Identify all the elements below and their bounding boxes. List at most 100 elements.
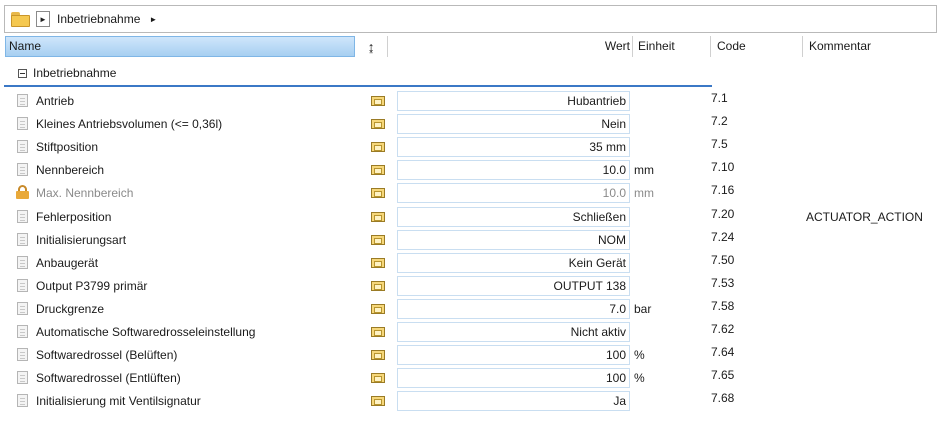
breadcrumb-item-inbetriebnahme[interactable]: Inbetriebnahme <box>57 12 140 26</box>
row-comment: ACTUATOR_ACTION <box>806 210 923 224</box>
row-label: Fehlerposition <box>36 210 112 224</box>
edit-icon[interactable] <box>371 304 385 314</box>
parameter-icon <box>17 371 28 384</box>
parameter-icon <box>17 94 28 107</box>
table-row[interactable]: Initialisierungsart NOM 7.24 <box>0 229 941 251</box>
row-code: 7.50 <box>711 253 735 267</box>
edit-icon[interactable] <box>371 373 385 383</box>
row-value-field[interactable]: 100 <box>397 368 630 388</box>
edit-icon[interactable] <box>371 96 385 106</box>
table-row[interactable]: Automatische Softwaredrosseleinstellung N… <box>0 321 941 343</box>
row-code: 7.58 <box>711 299 735 313</box>
edit-icon[interactable] <box>371 212 385 222</box>
column-header-kommentar[interactable]: Kommentar <box>803 36 937 57</box>
edit-icon[interactable] <box>371 258 385 268</box>
group-label: Inbetriebnahme <box>33 66 117 80</box>
collapse-icon[interactable] <box>18 68 27 78</box>
table-row[interactable]: Stiftposition 35 mm 7.5 <box>0 136 941 158</box>
parameter-icon <box>17 233 28 246</box>
row-label: Softwaredrossel (Entlüften) <box>36 371 181 385</box>
breadcrumb-bar: ► Inbetriebnahme ► <box>4 5 937 33</box>
row-label: Druckgrenze <box>36 302 105 316</box>
row-label: Initialisierung mit Ventilsignatur <box>36 394 201 408</box>
column-header-name[interactable]: Name <box>5 36 355 57</box>
edit-icon[interactable] <box>371 142 385 152</box>
parameter-icon <box>17 348 28 361</box>
row-value-field[interactable]: OUTPUT 138 <box>397 276 630 296</box>
row-value-field[interactable]: 100 <box>397 345 630 365</box>
row-code: 7.1 <box>711 91 728 105</box>
group-header[interactable]: Inbetriebnahme <box>18 66 116 80</box>
row-label: Softwaredrossel (Belüften) <box>36 348 178 362</box>
row-label: Anbaugerät <box>36 256 99 270</box>
row-value-field[interactable]: Hubantrieb <box>397 91 630 111</box>
parameter-icon <box>17 256 28 269</box>
table-row[interactable]: Max. Nennbereich 10.0 mm 7.16 <box>0 182 941 204</box>
row-code: 7.2 <box>711 114 728 128</box>
table-row[interactable]: Druckgrenze 7.0 bar 7.58 <box>0 298 941 320</box>
row-value-field[interactable]: Schließen <box>397 207 630 227</box>
column-header: Name ↨ Wert Einheit Code Kommentar <box>5 36 937 57</box>
table-row[interactable]: Initialisierung mit Ventilsignatur Ja 7.68 <box>0 390 941 412</box>
table-row[interactable]: Nennbereich 10.0 mm 7.10 <box>0 159 941 181</box>
row-value-field[interactable]: Ja <box>397 391 630 411</box>
parameter-icon <box>17 279 28 292</box>
row-label: Antrieb <box>36 94 75 108</box>
table-row[interactable]: Output P3799 primär OUTPUT 138 7.53 <box>0 275 941 297</box>
row-value-field[interactable]: 10.0 <box>397 160 630 180</box>
row-label: Kleines Antriebsvolumen (<= 0,36l) <box>36 117 223 131</box>
row-value-field[interactable]: Kein Gerät <box>397 253 630 273</box>
row-value-field[interactable]: NOM <box>397 230 630 250</box>
column-header-code[interactable]: Code <box>711 36 803 57</box>
row-code: 7.53 <box>711 276 735 290</box>
parameter-icon <box>17 325 28 338</box>
row-unit: % <box>634 371 645 385</box>
parameter-icon <box>17 140 28 153</box>
row-code: 7.5 <box>711 137 728 151</box>
row-label: Automatische Softwaredrosseleinstellung <box>36 325 256 339</box>
row-unit: bar <box>634 302 652 316</box>
table-row[interactable]: Softwaredrossel (Belüften) 100% 7.64 <box>0 344 941 366</box>
table-row[interactable]: Fehlerposition Schließen 7.20 ACTUATOR_ACTI… <box>0 206 941 228</box>
parameter-icon <box>17 210 28 223</box>
column-header-wert[interactable]: Wert <box>388 36 633 57</box>
table-row[interactable]: Anbaugerät Kein Gerät 7.50 <box>0 252 941 274</box>
folder-icon[interactable] <box>11 11 30 27</box>
edit-icon[interactable] <box>371 188 385 198</box>
breadcrumb-nav-arrow-icon[interactable]: ► <box>36 11 50 27</box>
edit-icon[interactable] <box>371 350 385 360</box>
row-value-field[interactable]: 7.0 <box>397 299 630 319</box>
row-label: Stiftposition <box>36 140 99 154</box>
parameter-icon <box>17 302 28 315</box>
parameter-icon <box>17 117 28 130</box>
table-row[interactable]: Antrieb Hubantrieb 7.1 <box>0 90 941 112</box>
row-unit: mm <box>634 163 654 177</box>
row-value-field[interactable]: Nein <box>397 114 630 134</box>
breadcrumb-separator-icon[interactable]: ► <box>149 15 157 24</box>
column-header-einheit[interactable]: Einheit <box>633 36 711 57</box>
row-value-field[interactable]: Nicht aktiv <box>397 322 630 342</box>
edit-icon[interactable] <box>371 281 385 291</box>
edit-icon[interactable] <box>371 327 385 337</box>
row-code: 7.16 <box>711 183 735 197</box>
row-label: Output P3799 primär <box>36 279 148 293</box>
row-code: 7.24 <box>711 230 735 244</box>
edit-icon[interactable] <box>371 165 385 175</box>
table-row[interactable]: Softwaredrossel (Entlüften) 100% 7.65 <box>0 367 941 389</box>
sort-icon[interactable]: ↨ <box>355 36 388 57</box>
row-unit: % <box>634 348 645 362</box>
edit-icon[interactable] <box>371 235 385 245</box>
parameter-icon <box>17 394 28 407</box>
row-label: Initialisierungsart <box>36 233 127 247</box>
row-code: 7.68 <box>711 391 735 405</box>
row-label: Max. Nennbereich <box>36 186 134 200</box>
row-code: 7.10 <box>711 160 735 174</box>
table-row[interactable]: Kleines Antriebsvolumen (<= 0,36l) Nein 7.… <box>0 113 941 135</box>
row-label: Nennbereich <box>36 163 105 177</box>
edit-icon[interactable] <box>371 396 385 406</box>
edit-icon[interactable] <box>371 119 385 129</box>
lock-icon <box>16 185 29 199</box>
row-value-field[interactable]: 35 mm <box>397 137 630 157</box>
row-code: 7.64 <box>711 345 735 359</box>
row-value-field[interactable]: 10.0 <box>397 183 630 203</box>
